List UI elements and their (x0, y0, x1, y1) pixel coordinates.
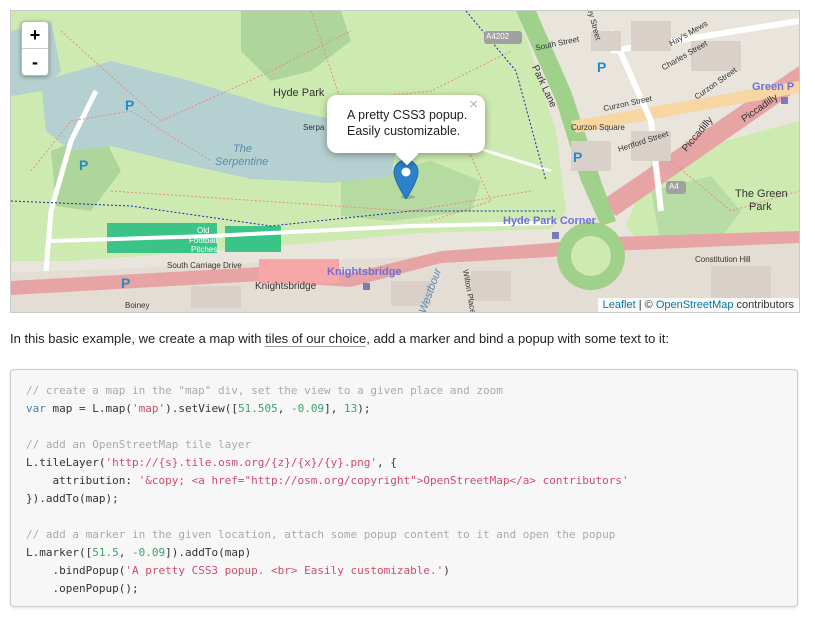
attribution-separator: | © (635, 299, 656, 311)
code-comment: // create a map in the "map" div, set th… (26, 384, 503, 397)
label-knightsbridge-road: Knightsbridge (255, 281, 317, 292)
popup-line-1: A pretty CSS3 popup. (347, 108, 468, 122)
code-text: .bindPopup( (26, 564, 126, 577)
osm-link[interactable]: OpenStreetMap (656, 299, 734, 311)
label-pitches-3: Pitches (191, 245, 218, 254)
road-shield-a4: A4 (669, 182, 679, 191)
label-constitution-hill: Constitution Hill (695, 255, 751, 264)
map-attribution: Leaflet | © OpenStreetMap contributors (597, 298, 799, 312)
label-serpentine-1: The (233, 143, 252, 155)
road-shield-a4202: A4202 (486, 32, 510, 41)
intro-text-after: , add a marker and bind a popup with som… (366, 331, 670, 346)
code-text: map = L.map( (45, 402, 132, 415)
code-comment: // add a marker in the given location, a… (26, 528, 616, 541)
zoom-out-button[interactable]: - (22, 49, 48, 75)
code-text: }).addTo(map); (26, 492, 119, 505)
code-text: , (118, 546, 132, 559)
label-knightsbridge-station: Knightsbridge (327, 266, 402, 278)
attribution-suffix: contributors (733, 299, 794, 311)
code-string: 'map' (131, 402, 166, 415)
label-south-carriage-drive: South Carriage Drive (167, 261, 242, 270)
leaflet-link[interactable]: Leaflet (603, 299, 636, 311)
code-block: // create a map in the "map" div, set th… (10, 369, 798, 607)
code-text: ); (357, 402, 371, 415)
code-comment: // add an OpenStreetMap tile layer (26, 438, 252, 451)
code-text: L.tileLayer( (26, 456, 106, 469)
label-serpentine-2: Serpentine (215, 156, 269, 168)
code-text: attribution: (26, 474, 139, 487)
label-pitches-2: Football (189, 236, 218, 245)
code-text: L.marker([ (26, 546, 93, 559)
code-text: , (277, 402, 291, 415)
label-green-park-2: Park (749, 201, 772, 213)
label-serpa: Serpa (303, 123, 325, 132)
label-boiney: Boiney (125, 301, 150, 310)
parking-icon: P (597, 59, 607, 75)
parking-icon: P (125, 97, 135, 113)
code-number: 51.5 (92, 546, 119, 559)
map-marker-icon[interactable] (393, 159, 419, 204)
tiles-link[interactable]: tiles of our choice (265, 331, 367, 347)
label-curzon-square: Curzon Square (571, 123, 625, 132)
parking-icon: P (573, 149, 583, 165)
popup-close-button[interactable]: × (469, 96, 478, 113)
intro-text-before: In this basic example, we create a map w… (10, 331, 266, 346)
code-text: ]).addTo(map) (165, 546, 252, 559)
code-number: -0.09 (131, 546, 166, 559)
code-number: 51.505 (237, 402, 278, 415)
map-container[interactable]: A4202 A4 Hyde Park The Serpentine Hyde P… (10, 10, 800, 313)
code-text: ], (324, 402, 344, 415)
code-string: 'http://{s}.tile.osm.org/{z}/{x}/{y}.png… (105, 456, 378, 469)
zoom-control: + - (21, 21, 49, 76)
code-text: .openPopup(); (26, 582, 139, 595)
code-number: 13 (343, 402, 358, 415)
code-string: '&copy; <a href="http://osm.org/copyrigh… (138, 474, 629, 487)
code-keyword: var (26, 402, 46, 415)
code-listing: // create a map in the "map" div, set th… (11, 370, 797, 598)
parking-icon: P (79, 157, 89, 173)
popup-line-2: Easily customizable. (347, 124, 461, 138)
map-popup: × A pretty CSS3 popup. Easily customizab… (327, 95, 485, 166)
code-text: ) (443, 564, 450, 577)
code-number: -0.09 (290, 402, 325, 415)
parking-icon: P (121, 275, 131, 291)
intro-paragraph: In this basic example, we create a map w… (10, 331, 670, 347)
code-string: 'A pretty CSS3 popup. <br> Easily custom… (125, 564, 444, 577)
zoom-in-button[interactable]: + (22, 22, 48, 49)
code-text: ).setView([ (165, 402, 238, 415)
code-text: , { (377, 456, 397, 469)
label-green-park-1: The Green (735, 188, 788, 200)
label-hyde-park-corner: Hyde Park Corner (503, 215, 596, 227)
label-hyde-park: Hyde Park (273, 87, 325, 99)
label-pitches-1: Old (197, 226, 210, 235)
popup-content: A pretty CSS3 popup. Easily customizable… (347, 107, 467, 139)
